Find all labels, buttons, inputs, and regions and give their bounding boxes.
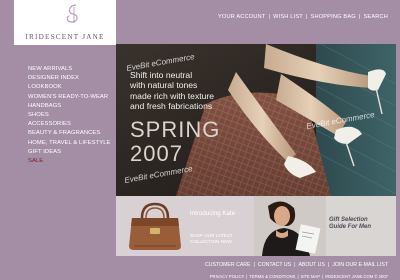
brand-name: IRIDESCENT JANE [25,33,105,41]
nav-home-travel-lifestyle[interactable]: HOME, TRAVEL & LIFESTYLE [28,139,111,148]
wish-list-link[interactable]: WISH LIST [273,14,303,20]
nav-sale[interactable]: SALE [28,157,111,166]
shopping-bag-link[interactable]: SHOPPING BAG [311,14,356,20]
hero-line-4: and fresh fabrications [130,101,213,112]
your-account-link[interactable]: YOUR ACCOUNT [218,14,265,20]
customer-care-link[interactable]: CUSTOMER CARE [205,262,250,268]
search-link[interactable]: SEARCH [363,14,388,20]
hero-season-word: SPRING [130,117,221,142]
copyright-text: IRIDESCENT JANE.COM © 2007 [325,274,388,279]
promo-kate-title: Introducing Kate [190,210,236,217]
nav-separator: | [358,14,361,20]
nav-lookbook[interactable]: LOOKBOOK [28,83,111,92]
nav-designer-index[interactable]: DESIGNER INDEX [28,74,111,83]
nav-gift-ideas[interactable]: GIFT IDEAS [28,148,111,157]
promo-men-title: Gift Selection Guide For Men [329,217,371,231]
nav-shoes[interactable]: SHOES [28,111,111,120]
about-us-link[interactable]: ABOUT US [298,262,324,268]
hero-line-2: with natural tones [130,80,198,91]
hero-line-3: made rich with texture [130,90,215,101]
promo-kate-cta[interactable]: SHOP OUR LATEST COLLECTION NOW [190,233,233,244]
nav-separator: | [305,14,308,20]
nav-handbags[interactable]: HANDBAGS [28,102,111,111]
promo-men-title-line-1: Gift Selection [329,217,368,223]
top-nav: YOUR ACCOUNT | WISH LIST | SHOPPING BAG … [218,14,388,20]
promo-kate-cta-line-2: COLLECTION NOW [190,238,232,244]
contact-us-link[interactable]: CONTACT US [258,262,291,268]
terms-conditions-link[interactable]: TERMS & CONDITIONS [249,274,295,279]
hero-banner[interactable]: Shift into neutral with natural tones ma… [116,44,396,196]
nav-new-arrivals[interactable]: NEW ARRIVALS [28,65,111,74]
nav-separator: | [327,262,330,268]
nav-accessories[interactable]: ACCESSORIES [28,120,111,129]
logo-box[interactable]: IRIDESCENT JANE [14,0,116,45]
nav-separator: | [268,14,271,20]
promo-kate-cta-line-1: SHOP OUR LATEST [190,233,233,238]
nav-separator: | [246,274,248,279]
nav-beauty-fragrances[interactable]: BEAUTY & FRAGRANCES [28,129,111,138]
nav-separator: | [253,262,255,268]
hero-season: SPRING 2007 [130,118,220,166]
logo-monogram-icon [66,4,78,23]
nav-separator: | [322,274,324,279]
nav-separator: | [294,262,296,268]
handbag-image [129,202,181,250]
legal-nav: PRIVACY POLICY | TERMS & CONDITIONS | SI… [210,274,388,279]
promo-kate[interactable]: Introducing Kate SHOP OUR LATEST COLLECT… [116,196,254,256]
hero-line-1: Shift into neutral [130,70,193,80]
email-list-link[interactable]: JOIN OUR E-MAIL LIST [332,262,388,268]
site-map-link[interactable]: SITE MAP [301,274,321,279]
nav-separator: | [297,274,299,279]
privacy-policy-link[interactable]: PRIVACY POLICY [210,274,245,279]
footer-nav: CUSTOMER CARE | CONTACT US | ABOUT US | … [205,262,388,268]
hero-tagline: Shift into neutral with natural tones ma… [130,70,214,112]
promo-gift-guide-men[interactable]: Gift Selection Guide For Men [254,196,396,256]
hero-season-year: 2007 [130,141,183,166]
category-nav: NEW ARRIVALS DESIGNER INDEX LOOKBOOK WOM… [28,65,111,166]
nav-womens-ready-to-wear[interactable]: WOMEN'S READY-TO-WEAR [28,93,111,102]
model-image [254,196,326,256]
promo-men-title-line-2: Guide For Men [329,224,371,231]
